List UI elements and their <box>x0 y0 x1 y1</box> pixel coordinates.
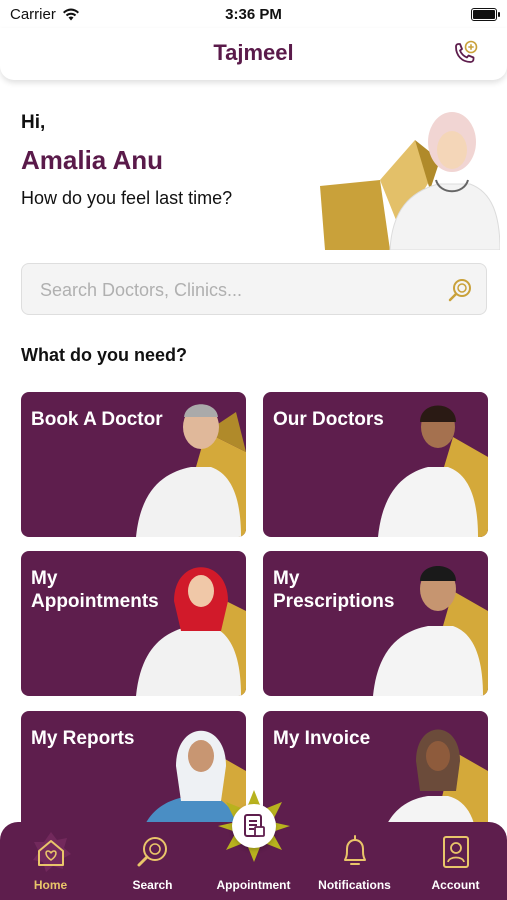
my-appointments-card[interactable]: My Appointments <box>21 551 246 696</box>
card-label: My Reports <box>31 728 135 749</box>
card-label: My Prescriptions <box>273 568 395 612</box>
nav-notifications[interactable]: Notifications <box>304 822 405 900</box>
section-title: What do you need? <box>21 345 187 365</box>
user-name: Amalia Anu <box>21 145 164 175</box>
card-label: Book A Doctor <box>31 409 163 430</box>
search-input[interactable] <box>40 264 440 316</box>
app-header: Tajmeel <box>0 28 507 80</box>
appointment-fab[interactable] <box>218 790 290 862</box>
battery-icon <box>471 8 500 21</box>
account-icon <box>442 836 469 868</box>
nav-label: Notifications <box>318 878 391 892</box>
nav-label: Account <box>431 878 480 892</box>
my-prescriptions-card[interactable]: My Prescriptions <box>263 551 488 696</box>
nav-account[interactable]: Account <box>405 822 506 900</box>
card-label: Our Doctors <box>273 409 384 430</box>
nav-label: Search <box>132 878 173 892</box>
nav-label: Home <box>33 878 68 892</box>
hero-doctor-illustration <box>320 112 500 250</box>
card-label: My Appointments <box>31 568 159 612</box>
search-icon <box>137 837 167 867</box>
card-label: My Invoice <box>273 728 371 749</box>
clock: 3:36 PM <box>225 6 282 23</box>
nav-home[interactable]: Home <box>0 822 101 900</box>
status-bar: Carrier 3:36 PM <box>0 0 507 28</box>
greeting-hi: Hi, <box>21 112 46 133</box>
appointment-button[interactable] <box>232 804 276 848</box>
nav-label: Appointment <box>216 878 291 892</box>
call-button[interactable] <box>449 38 481 70</box>
phone-plus-icon <box>455 40 478 63</box>
book-doctor-card[interactable]: Book A Doctor <box>21 392 246 537</box>
home-heart-icon <box>32 832 71 872</box>
our-doctors-card[interactable]: Our Doctors <box>263 392 488 537</box>
search-icon[interactable] <box>446 276 474 304</box>
nav-search[interactable]: Search <box>102 822 203 900</box>
app-title: Tajmeel <box>213 40 294 65</box>
bell-icon <box>343 835 366 865</box>
search-bar <box>21 263 487 316</box>
appointment-icon <box>244 814 265 837</box>
greeting-subtitle: How do you feel last time? <box>21 188 233 208</box>
